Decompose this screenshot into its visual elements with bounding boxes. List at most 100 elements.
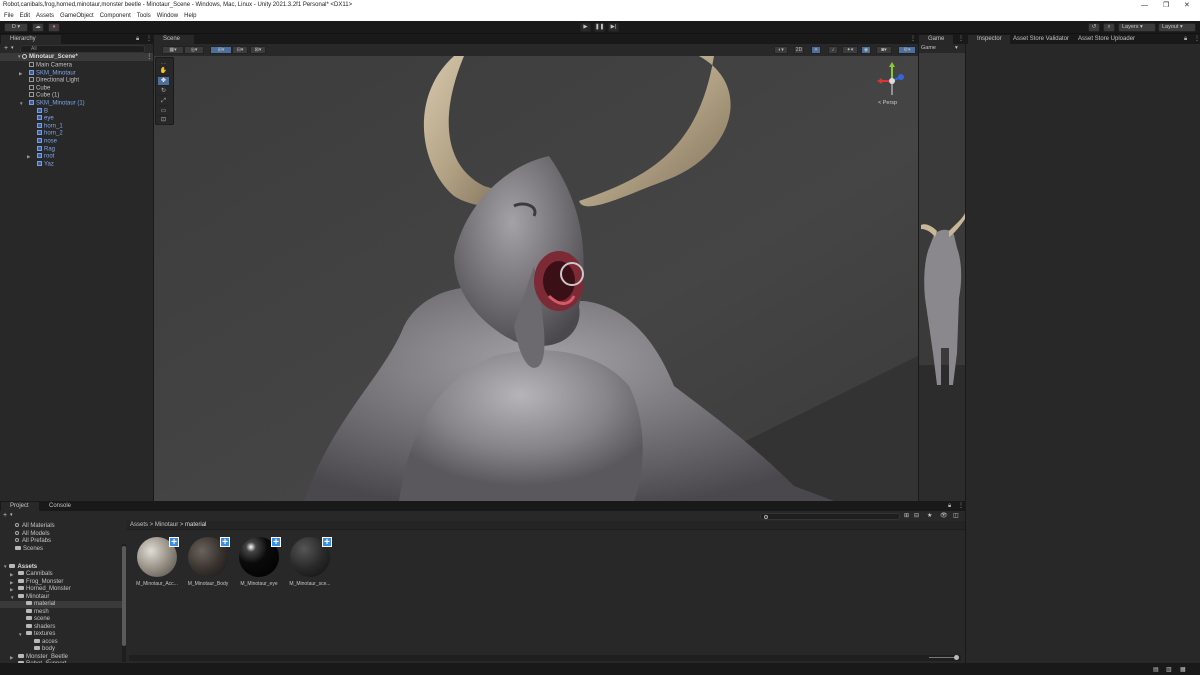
material-asset[interactable]: + M_Minotaur_Body <box>186 537 230 589</box>
expand-arrow-icon[interactable]: ▼ <box>18 631 22 638</box>
scene-header-row[interactable]: ▼ Minotaur_Scene* ⋮ <box>0 53 153 61</box>
shading-mode-icon[interactable]: ◐▾ <box>774 46 788 54</box>
expand-arrow-icon[interactable]: ▶ <box>27 153 30 160</box>
hierarchy-item[interactable]: Directional Light <box>0 77 79 84</box>
panel-menu-icon[interactable]: ⋮ <box>958 35 964 44</box>
game-display-dropdown[interactable]: Game ▾ <box>919 44 965 53</box>
tab-console[interactable]: Console <box>40 502 78 511</box>
hierarchy-item[interactable]: Cube (1) <box>0 92 59 99</box>
hierarchy-item[interactable]: ▼ SKM_Minotaur (1) <box>0 100 85 107</box>
hierarchy-item[interactable]: Rag <box>0 145 55 153</box>
tab-scene[interactable]: Scene <box>154 35 194 44</box>
hierarchy-item[interactable]: horn_1 <box>0 122 63 130</box>
favorite-item[interactable]: All Materials <box>15 523 55 530</box>
transform-tool-icon[interactable]: ⊡ <box>158 116 169 125</box>
breadcrumb-minotaur[interactable]: Minotaur <box>155 522 178 528</box>
menu-help[interactable]: Help <box>181 11 199 21</box>
layout-dropdown[interactable]: Layout ▾ <box>1158 23 1196 32</box>
search-icon[interactable]: ⌕ <box>1103 23 1115 32</box>
lock-icon[interactable]: 🔒︎ <box>948 502 951 511</box>
tab-project[interactable]: Project <box>1 502 39 511</box>
menu-window[interactable]: Window <box>154 11 181 21</box>
expand-arrow-icon[interactable]: ▶ <box>19 70 22 77</box>
2d-toggle-icon[interactable]: 2D <box>794 46 804 54</box>
progress-icon[interactable]: ▤ <box>1153 666 1159 673</box>
hierarchy-item[interactable]: ▶ root <box>0 153 54 160</box>
panel-menu-icon[interactable]: ⋮ <box>958 502 964 511</box>
menu-edit[interactable]: Edit <box>17 11 33 21</box>
menu-gameobject[interactable]: GameObject <box>57 11 97 21</box>
tree-scrollbar[interactable] <box>122 544 126 662</box>
folder-item[interactable]: shaders <box>0 623 122 631</box>
favorite-item[interactable]: Scenes <box>15 545 43 553</box>
tab-hierarchy[interactable]: Hierarchy <box>1 35 61 44</box>
create-dropdown-icon[interactable]: ▾ <box>10 512 13 518</box>
folder-item[interactable]: ▶ Frog_Monster <box>0 578 122 586</box>
assets-root[interactable]: ▼ Assets <box>3 563 37 570</box>
lock-icon[interactable]: 🔒︎ <box>1184 35 1187 44</box>
draw-mode-icon[interactable]: ▦▾ <box>162 46 184 54</box>
folder-item[interactable]: material <box>0 601 122 608</box>
collab-icon[interactable]: ● <box>48 23 60 32</box>
minimize-icon[interactable]: — <box>1141 0 1148 11</box>
expand-arrow-icon[interactable]: ▶ <box>10 661 13 663</box>
scale-tool-icon[interactable]: ⤢ <box>158 97 169 106</box>
folder-item[interactable]: scene <box>0 616 122 623</box>
folder-item[interactable]: body <box>0 646 122 653</box>
folder-item[interactable]: ▶ Cannibals <box>0 571 122 578</box>
search-by-type-icon[interactable]: ⊞ <box>904 512 909 519</box>
material-asset[interactable]: + M_Minotaur_Acc... <box>135 537 179 589</box>
pivot-icon[interactable]: ◎▾ <box>184 46 204 54</box>
account-dropdown[interactable]: D ▾ <box>4 23 28 32</box>
material-asset[interactable]: + M_Minotaur_eye <box>237 537 281 589</box>
auto-generate-lighting-icon[interactable]: ▥ <box>1166 666 1172 673</box>
folder-item[interactable]: acces <box>0 638 122 646</box>
search-by-label-icon[interactable]: ⊟ <box>914 512 919 519</box>
layers-dropdown[interactable]: Layers ▾ <box>1118 23 1156 32</box>
hierarchy-item[interactable]: Main Camera <box>0 62 72 69</box>
zoom-slider-handle[interactable] <box>954 655 959 660</box>
panel-menu-icon[interactable]: ⋮ <box>1194 35 1200 44</box>
scene-menu-icon[interactable]: ⋮ <box>146 53 153 61</box>
tree-scroll-thumb[interactable] <box>122 546 126 646</box>
gizmos-icon[interactable]: ⚙▾ <box>898 46 916 54</box>
lighting-toggle-icon[interactable]: ☀ <box>811 46 821 54</box>
folder-item[interactable]: ▼ Minotaur <box>0 593 122 601</box>
menu-file[interactable]: File <box>0 11 17 21</box>
favorite-item[interactable]: All Prefabs <box>15 538 51 545</box>
favorite-item[interactable]: All Models <box>15 530 50 538</box>
tab-asset-store-uploader[interactable]: Asset Store Uploader <box>1078 35 1146 44</box>
panel-menu-icon[interactable]: ⋮ <box>146 35 152 44</box>
folder-item[interactable]: ▶ Monster_Beetle <box>0 653 122 661</box>
vertex-snap-icon[interactable]: ⊠▾ <box>250 46 266 54</box>
expand-arrow-icon[interactable]: ▼ <box>17 54 21 59</box>
folder-item[interactable]: mesh <box>0 608 122 616</box>
maximize-icon[interactable]: ❐ <box>1163 0 1169 11</box>
menu-tools[interactable]: Tools <box>134 11 154 21</box>
tab-asset-store-validator[interactable]: Asset Store Validator <box>1010 35 1078 44</box>
menu-component[interactable]: Component <box>97 11 134 21</box>
hierarchy-search-input[interactable]: All <box>20 45 145 53</box>
menu-assets[interactable]: Assets <box>33 11 57 21</box>
folder-item[interactable]: ▼ textures <box>0 631 122 638</box>
project-search-input[interactable] <box>760 513 900 520</box>
breadcrumb-material[interactable]: material <box>185 522 206 528</box>
snap-increment-icon[interactable]: ⊟▾ <box>232 46 248 54</box>
panel-menu-icon[interactable]: ⋮ <box>910 35 916 44</box>
orientation-gizmo-icon[interactable] <box>868 61 908 101</box>
add-dropdown-icon[interactable]: ▾ <box>11 45 14 51</box>
breadcrumb-assets[interactable]: Assets <box>130 522 148 528</box>
expand-arrow-icon[interactable]: ▶ <box>10 586 13 593</box>
zoom-slider[interactable] <box>929 657 957 658</box>
lock-icon[interactable]: 🔒︎ <box>136 35 139 44</box>
debug-mode-icon[interactable]: ▦ <box>1180 666 1186 673</box>
expand-arrow-icon[interactable]: ▼ <box>19 100 23 107</box>
hand-tool-icon[interactable]: ✋ <box>158 67 169 76</box>
tab-game[interactable]: Game <box>919 35 953 44</box>
expand-arrow-icon[interactable]: ▼ <box>3 564 7 569</box>
pause-button[interactable]: ❚❚ <box>594 23 605 32</box>
audio-toggle-icon[interactable]: ♪ <box>828 46 838 54</box>
hierarchy-item[interactable]: horn_2 <box>0 130 63 137</box>
create-button[interactable]: + <box>3 512 7 519</box>
hierarchy-item[interactable]: Cube <box>0 84 50 92</box>
